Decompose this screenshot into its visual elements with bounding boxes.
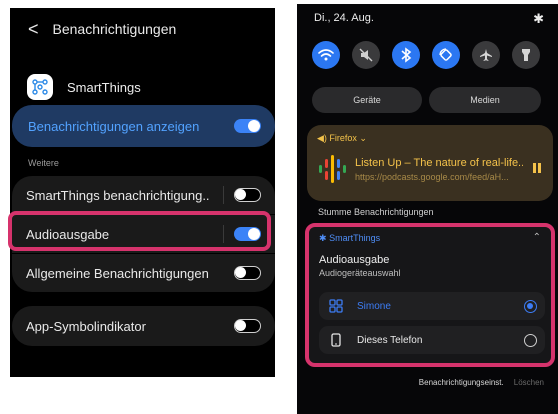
chevron-up-icon[interactable]: ⌃ bbox=[533, 232, 541, 243]
setting-switch[interactable] bbox=[234, 266, 261, 280]
setting-row-audio-output[interactable]: Audioausgabe bbox=[12, 215, 275, 253]
media-notification[interactable]: ◀) Firefox ⌄ Listen Up – The nature of r… bbox=[307, 125, 553, 201]
show-notifications-switch[interactable] bbox=[234, 119, 261, 133]
auto-rotate-icon[interactable] bbox=[432, 41, 460, 69]
setting-row-app-badge[interactable]: App-Symbolindikator bbox=[12, 306, 275, 346]
star-icon: ✱ bbox=[319, 233, 327, 243]
setting-switch[interactable] bbox=[234, 188, 261, 202]
airplane-icon[interactable] bbox=[472, 41, 500, 69]
pause-icon[interactable] bbox=[533, 163, 541, 173]
silent-notifications-header: Stumme Benachrichtigungen bbox=[318, 207, 434, 217]
status-date: Di., 24. Aug. bbox=[314, 12, 374, 24]
right-screen: Di., 24. Aug. ✱ Geräte Medien ◀) Firefox… bbox=[297, 4, 558, 414]
output-option-simone[interactable]: Simone bbox=[319, 292, 545, 320]
flashlight-icon[interactable] bbox=[512, 41, 540, 69]
option-radio[interactable] bbox=[524, 333, 537, 347]
setting-label: App-Symbolindikator bbox=[26, 318, 146, 334]
left-screen: < Benachrichtigungen SmartThings Benachr… bbox=[10, 8, 275, 377]
device-group-icon bbox=[327, 299, 345, 313]
setting-label: Allgemeine Benachrichtigungen bbox=[26, 265, 209, 281]
wifi-icon[interactable] bbox=[312, 41, 340, 69]
audio-output-notification[interactable]: ✱ SmartThings ⌃ Audioausgabe Audiogeräte… bbox=[305, 223, 555, 367]
smartthings-icon bbox=[27, 74, 53, 100]
notification-settings-link[interactable]: Benachrichtigungseinst. bbox=[419, 378, 504, 387]
devices-button[interactable]: Geräte bbox=[312, 87, 422, 113]
phone-icon bbox=[327, 333, 345, 347]
page-title: Benachrichtigungen bbox=[52, 21, 177, 37]
output-option-this-phone[interactable]: Dieses Telefon bbox=[319, 326, 545, 354]
option-label: Simone bbox=[357, 300, 391, 312]
setting-row-smartthings[interactable]: SmartThings benachrichtigung.. bbox=[12, 176, 275, 214]
media-url: https://podcasts.google.com/feed/aH... bbox=[355, 172, 509, 182]
podcast-logo-icon bbox=[317, 154, 349, 184]
notification-footer: Benachrichtigungseinst. Löschen bbox=[419, 378, 544, 387]
app-row: SmartThings bbox=[27, 74, 141, 100]
header: < Benachrichtigungen bbox=[28, 20, 176, 38]
setting-switch[interactable] bbox=[234, 227, 261, 241]
bluetooth-icon[interactable] bbox=[392, 41, 420, 69]
setting-label: SmartThings benachrichtigung.. bbox=[26, 187, 210, 203]
notification-app: ✱ SmartThings bbox=[319, 233, 381, 243]
mute-icon[interactable] bbox=[352, 41, 380, 69]
setting-row-general[interactable]: Allgemeine Benachrichtigungen bbox=[12, 254, 275, 292]
gear-icon[interactable]: ✱ bbox=[533, 11, 544, 27]
app-name: SmartThings bbox=[67, 79, 141, 95]
media-title: Listen Up – The nature of real-life... bbox=[355, 157, 523, 169]
back-icon[interactable]: < bbox=[28, 20, 39, 38]
option-radio[interactable] bbox=[524, 299, 537, 313]
quick-settings bbox=[312, 41, 540, 69]
media-button[interactable]: Medien bbox=[429, 87, 541, 113]
show-notifications-toggle-row[interactable]: Benachrichtigungen anzeigen bbox=[12, 105, 275, 147]
media-source: ◀) Firefox ⌄ bbox=[317, 133, 367, 143]
clear-link[interactable]: Löschen bbox=[514, 378, 544, 387]
setting-label: Audioausgabe bbox=[26, 226, 110, 242]
option-label: Dieses Telefon bbox=[357, 334, 423, 346]
notification-title: Audioausgabe bbox=[319, 254, 390, 266]
section-header: Weitere bbox=[28, 158, 59, 168]
setting-switch[interactable] bbox=[234, 319, 261, 333]
show-notifications-label: Benachrichtigungen anzeigen bbox=[28, 118, 200, 134]
notification-subtitle: Audiogeräteauswahl bbox=[319, 268, 401, 278]
